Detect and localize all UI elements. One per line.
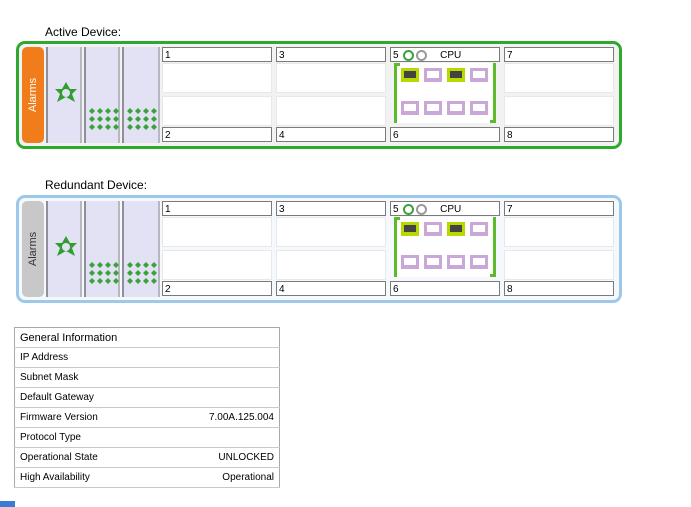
cpu-module[interactable]	[394, 63, 496, 123]
slot-4[interactable]	[276, 250, 386, 280]
power-connector-icon	[127, 262, 157, 284]
slot-1[interactable]	[162, 217, 272, 247]
power-connector-icon	[127, 108, 157, 130]
slot-1[interactable]	[162, 63, 272, 93]
general-information-table: General Information IP Address Subnet Ma…	[14, 327, 280, 488]
row-label: Firmware Version	[14, 407, 158, 428]
slot-6-label[interactable]: 6	[390, 127, 500, 142]
redundant-device-chassis: Alarms 1 2 3 4 5 CPU 6 7 8	[16, 195, 622, 303]
slot-2[interactable]	[162, 250, 272, 280]
ethernet-port-icon	[401, 68, 488, 115]
row-label: Default Gateway	[14, 387, 158, 408]
row-label: High Availability	[14, 467, 158, 488]
alarms-indicator[interactable]: Alarms	[22, 47, 44, 143]
slot-7-label[interactable]: 7	[504, 201, 614, 216]
row-value: 7.00A.125.004	[157, 407, 280, 428]
table-row: Firmware Version 7.00A.125.004	[14, 407, 280, 428]
power-module-2[interactable]	[122, 201, 160, 297]
status-led-green	[403, 203, 415, 215]
slot-1-label[interactable]: 1	[162, 201, 272, 216]
corner-button[interactable]	[0, 501, 15, 507]
slot-7[interactable]	[504, 217, 614, 247]
row-value: Operational	[157, 467, 280, 488]
power-connector-icon	[89, 108, 119, 130]
power-module-1[interactable]	[84, 201, 120, 297]
table-row: Protocol Type	[14, 427, 280, 448]
slot-3[interactable]	[276, 63, 386, 93]
slot-7-label[interactable]: 7	[504, 47, 614, 62]
ethernet-port-icon	[401, 222, 488, 269]
slot-8[interactable]	[504, 96, 614, 126]
alarms-indicator[interactable]: Alarms	[22, 201, 44, 297]
slot-5-number: 5	[393, 204, 399, 215]
table-row: IP Address	[14, 347, 280, 368]
active-device-title: Active Device:	[45, 25, 122, 39]
power-module-2[interactable]	[122, 47, 160, 143]
fan-icon	[55, 236, 77, 256]
row-label: Operational State	[14, 447, 158, 468]
slot-5-label[interactable]: 5 CPU	[390, 47, 500, 62]
slot-3-label[interactable]: 3	[276, 47, 386, 62]
status-led-green	[403, 49, 415, 61]
fan-module[interactable]	[46, 201, 82, 297]
row-value	[157, 427, 280, 448]
row-value	[157, 367, 280, 388]
redundant-device-title: Redundant Device:	[45, 178, 148, 192]
slot-8-label[interactable]: 8	[504, 127, 614, 142]
slot-4-label[interactable]: 4	[276, 127, 386, 142]
status-led	[416, 49, 428, 61]
row-value	[157, 347, 280, 368]
slot-1-label[interactable]: 1	[162, 47, 272, 62]
fan-module[interactable]	[46, 47, 82, 143]
row-value	[157, 387, 280, 408]
slot-8-label[interactable]: 8	[504, 281, 614, 296]
table-header: General Information	[14, 327, 280, 348]
status-led	[416, 203, 428, 215]
row-value: UNLOCKED	[157, 447, 280, 468]
slot-6-label[interactable]: 6	[390, 281, 500, 296]
slot-2[interactable]	[162, 96, 272, 126]
alarms-label: Alarms	[27, 231, 39, 267]
row-label: Protocol Type	[14, 427, 158, 448]
slot-4[interactable]	[276, 96, 386, 126]
active-device-chassis: Alarms 1 2 3 4 5 CPU 6 7 8	[16, 41, 622, 149]
alarms-label: Alarms	[27, 77, 39, 113]
slot-4-label[interactable]: 4	[276, 281, 386, 296]
cpu-module[interactable]	[394, 217, 496, 277]
slot-3-label[interactable]: 3	[276, 201, 386, 216]
cpu-label: CPU	[440, 50, 462, 61]
cpu-label: CPU	[440, 204, 462, 215]
slot-7[interactable]	[504, 63, 614, 93]
slot-3[interactable]	[276, 217, 386, 247]
fan-icon	[55, 82, 77, 102]
ethernet-ports	[401, 68, 488, 115]
row-label: IP Address	[14, 347, 158, 368]
slot-2-label[interactable]: 2	[162, 127, 272, 142]
slot-8[interactable]	[504, 250, 614, 280]
slot-5-number: 5	[393, 50, 399, 61]
table-row: Operational State UNLOCKED	[14, 447, 280, 468]
table-row: Subnet Mask	[14, 367, 280, 388]
power-module-1[interactable]	[84, 47, 120, 143]
row-label: Subnet Mask	[14, 367, 158, 388]
slot-5-label[interactable]: 5 CPU	[390, 201, 500, 216]
table-row: Default Gateway	[14, 387, 280, 408]
ethernet-ports	[401, 222, 488, 269]
power-connector-icon	[89, 262, 119, 284]
table-row: High Availability Operational	[14, 467, 280, 488]
slot-2-label[interactable]: 2	[162, 281, 272, 296]
